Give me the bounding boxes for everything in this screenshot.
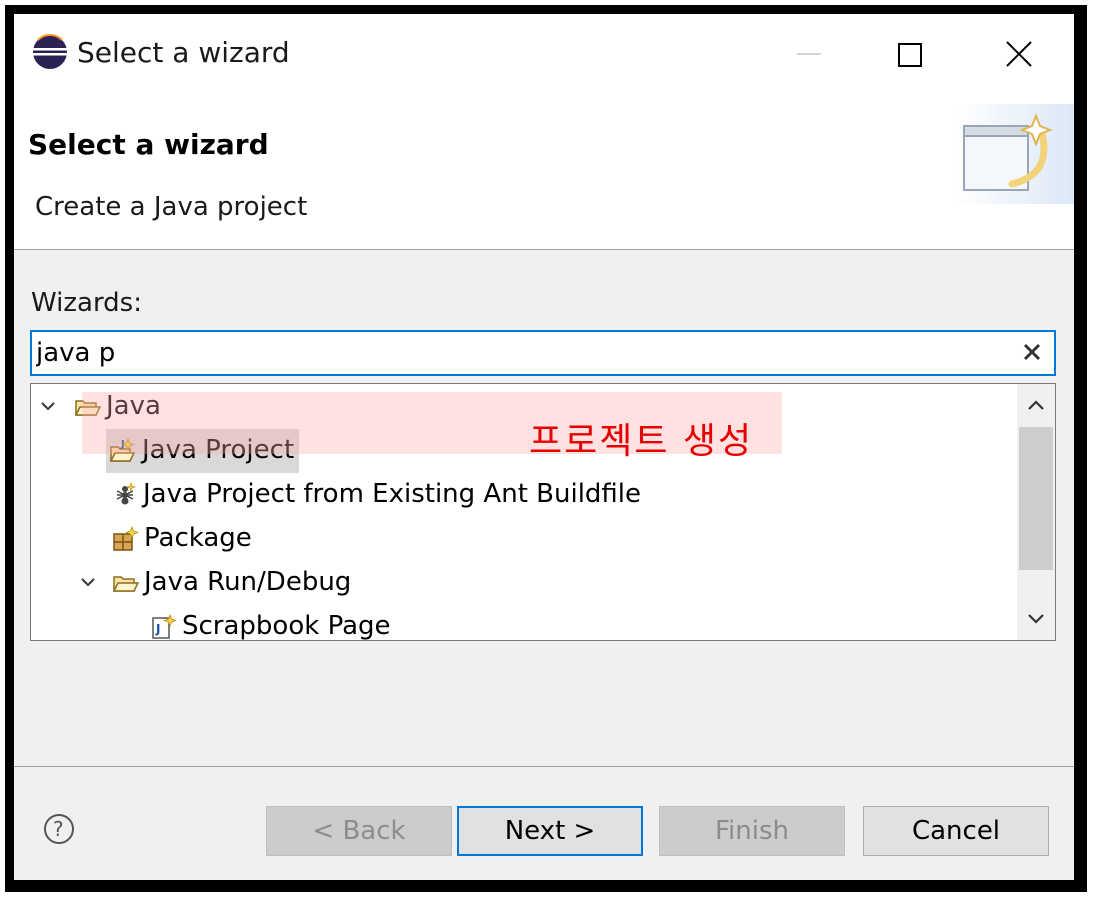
scrollbar-thumb[interactable]: [1019, 427, 1053, 570]
title-bar: Select a wizard: [14, 14, 1074, 92]
tree-item-label: Java Run/Debug: [144, 567, 352, 597]
cancel-button[interactable]: Cancel: [863, 806, 1049, 856]
wizard-banner-icon: [954, 104, 1074, 204]
eclipse-icon: [33, 34, 67, 69]
tree-item-label: Scrapbook Page: [182, 611, 391, 641]
back-button[interactable]: < Back: [266, 806, 452, 856]
clear-filter-icon[interactable]: [1018, 338, 1046, 366]
ant-icon: [116, 482, 136, 505]
minimize-button[interactable]: [779, 24, 839, 84]
help-icon[interactable]: ?: [42, 812, 76, 846]
maximize-button[interactable]: [879, 24, 939, 84]
filter-input[interactable]: [32, 332, 1020, 374]
chevron-down-icon[interactable]: [1026, 608, 1046, 628]
footer-divider: [14, 766, 1074, 767]
tree-scrollbar[interactable]: [1017, 384, 1055, 640]
tree-item-java-project-ant[interactable]: Java Project from Existing Ant Buildfile: [106, 475, 806, 515]
wizards-label: Wizards:: [31, 288, 142, 318]
chevron-down-icon[interactable]: [37, 395, 59, 417]
tree-item-label: Java Project from Existing Ant Buildfile: [143, 479, 642, 509]
wizard-body: Wizards: Java: [14, 250, 1074, 880]
folder-open-icon: [112, 576, 139, 592]
wizard-header: Select a wizard Create a Java project: [14, 92, 1074, 250]
window-title: Select a wizard: [77, 36, 290, 69]
package-icon: [113, 525, 139, 551]
chevron-down-icon[interactable]: [77, 571, 99, 593]
filter-field: [30, 330, 1056, 376]
tree-item-java-run-debug[interactable]: Java Run/Debug: [71, 563, 571, 603]
tree-item-package[interactable]: Package: [106, 519, 406, 559]
finish-button[interactable]: Finish: [659, 806, 845, 856]
close-button[interactable]: [989, 24, 1049, 84]
page-description: Create a Java project: [35, 192, 308, 222]
svg-text:J: J: [155, 622, 160, 636]
annotation-text: 프로젝트 생성: [529, 421, 754, 462]
scrapbook-icon: J: [152, 613, 177, 639]
next-button[interactable]: Next >: [457, 806, 643, 856]
svg-text:?: ?: [53, 817, 64, 841]
page-title: Select a wizard: [28, 128, 269, 161]
tree-item-scrapbook-page[interactable]: J Scrapbook Page: [144, 607, 544, 641]
chevron-up-icon[interactable]: [1026, 396, 1046, 416]
tree-item-label: Package: [144, 523, 252, 553]
